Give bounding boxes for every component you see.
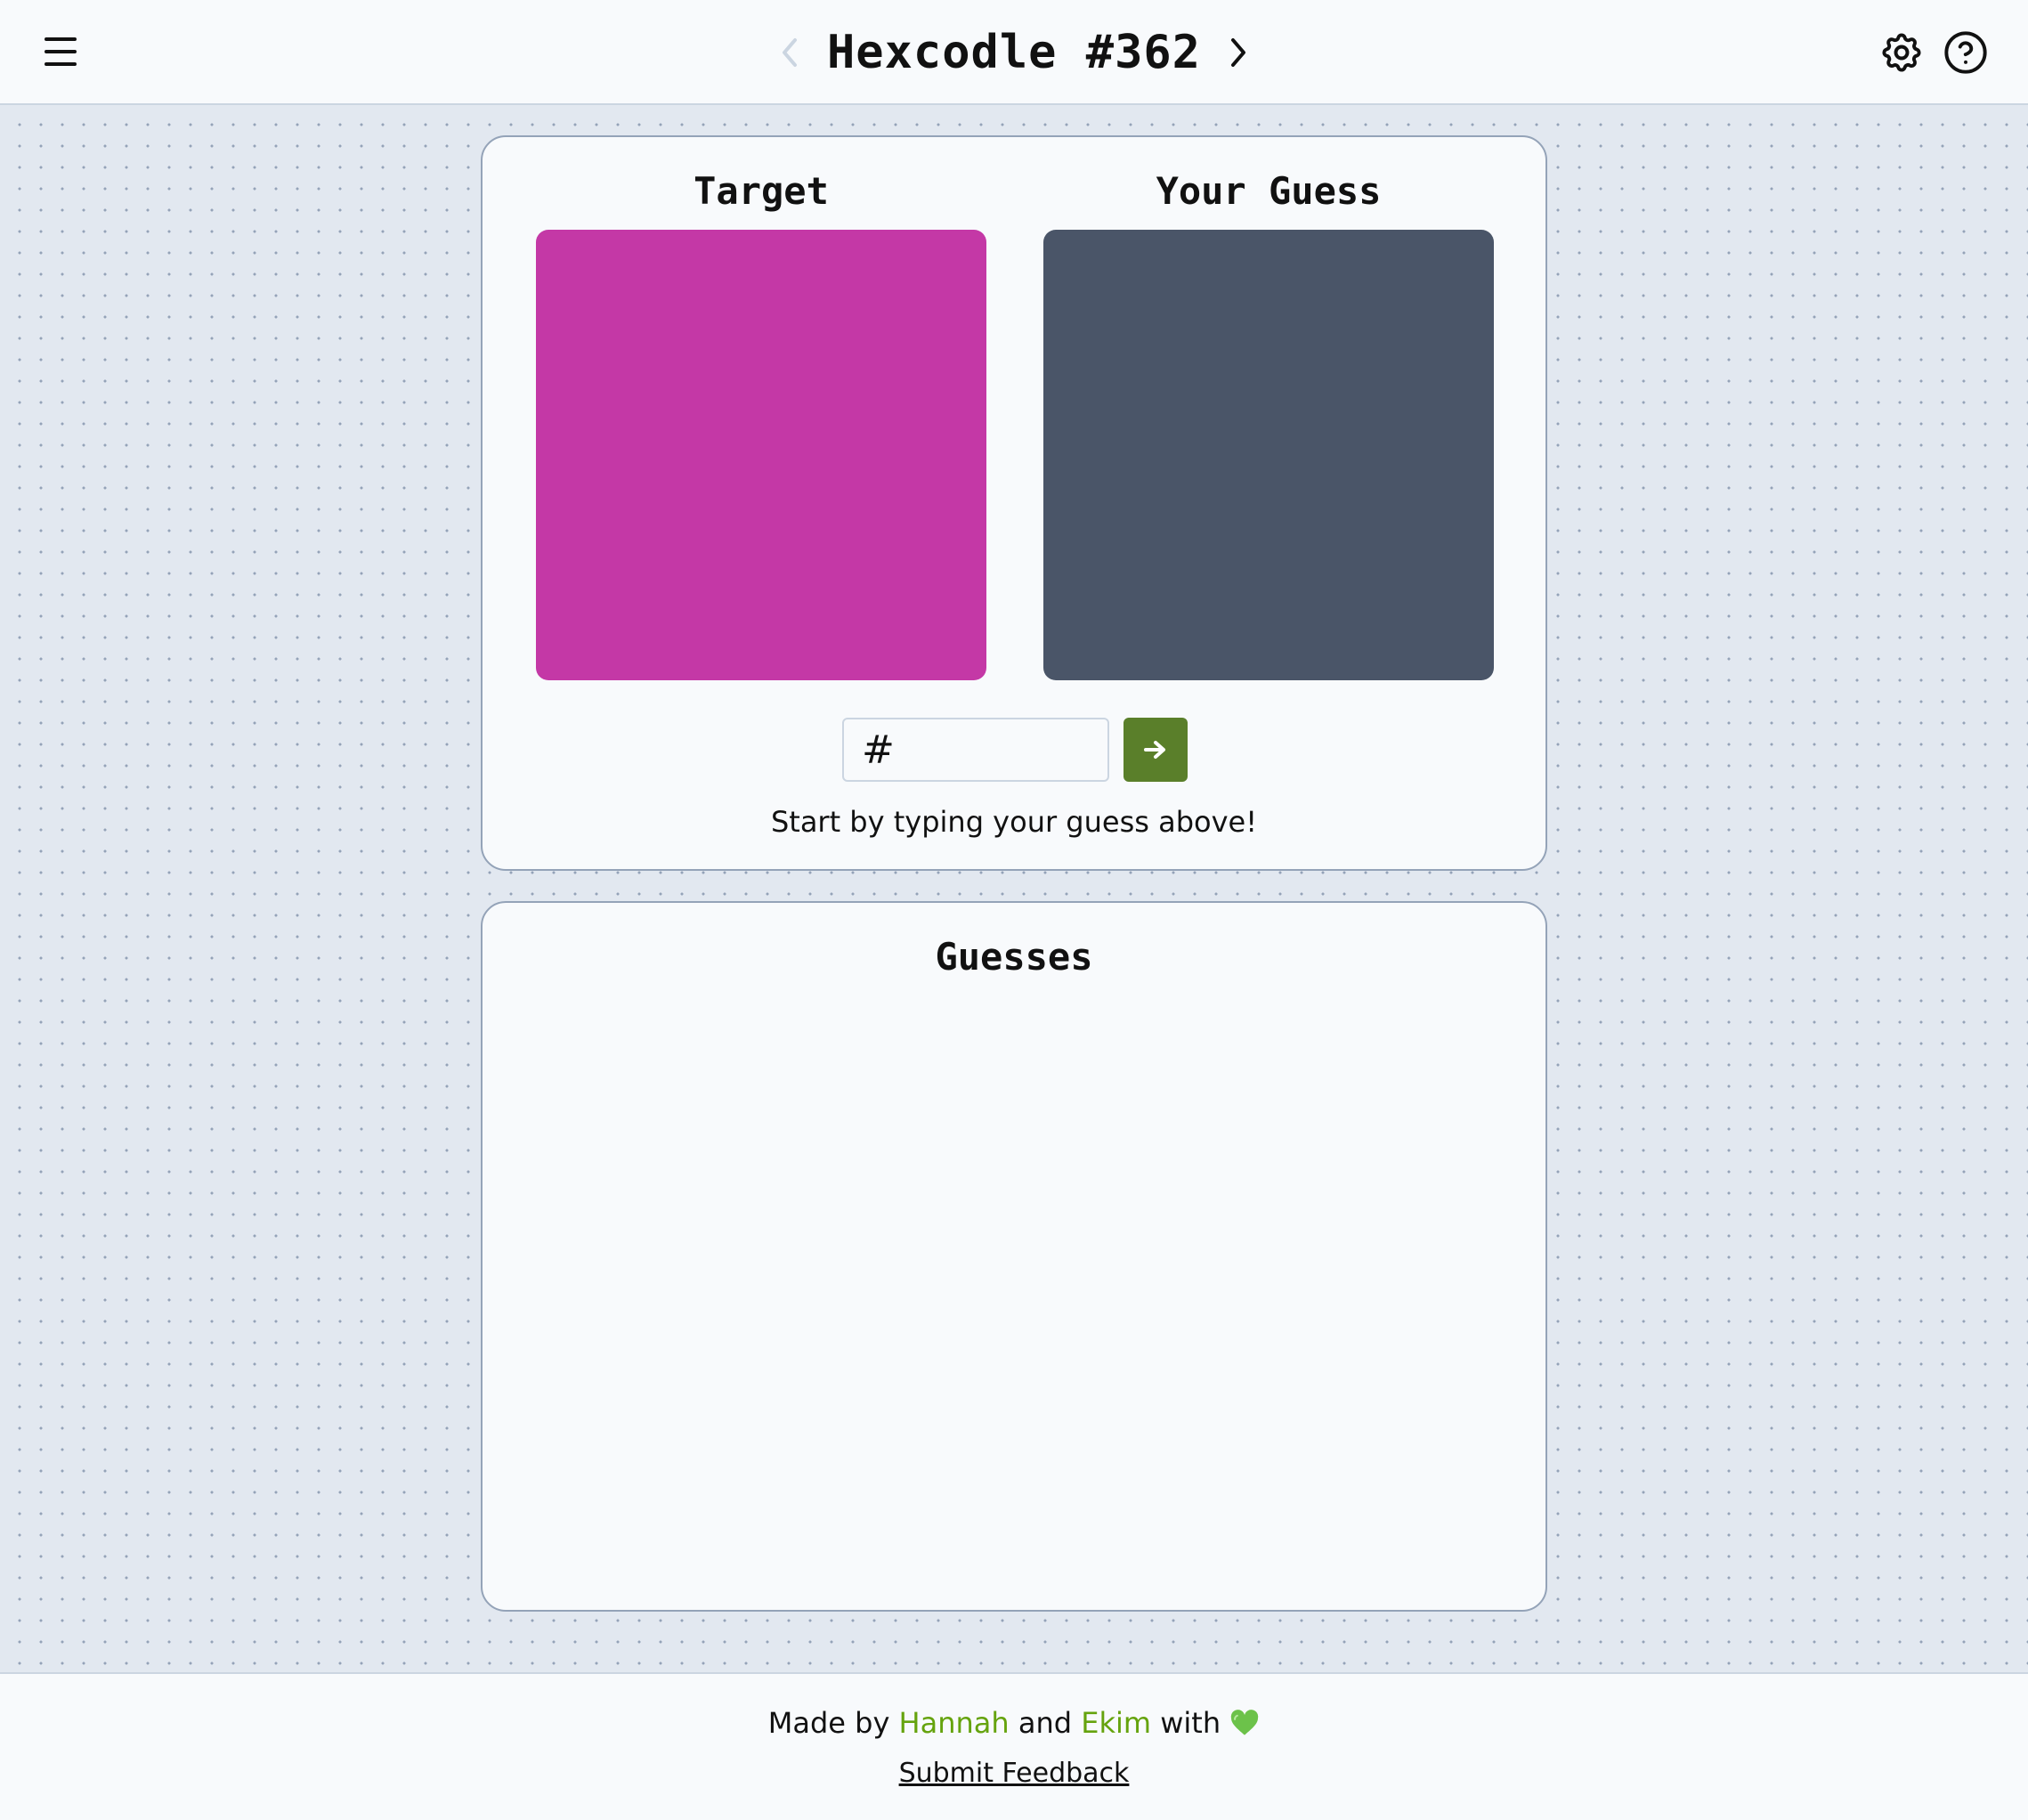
guesses-card: Guesses: [481, 901, 1547, 1612]
submit-guess-button[interactable]: [1124, 718, 1188, 782]
author-link-ekim[interactable]: Ekim: [1081, 1706, 1151, 1740]
hex-guess-input[interactable]: [842, 718, 1109, 782]
hint-text: Start by typing your guess above!: [770, 805, 1258, 839]
guess-color-swatch: [1043, 230, 1494, 680]
title-bar: Hexcodle #362: [0, 0, 2028, 105]
author-link-hannah[interactable]: Hannah: [899, 1706, 1010, 1740]
previous-puzzle-button[interactable]: [772, 26, 807, 79]
color-compare-card: Target Your Guess Start by typing your g…: [481, 135, 1547, 871]
footer: Made by Hannah and Ekim with Submit Feed…: [0, 1674, 2028, 1820]
credits-line: Made by Hannah and Ekim with: [0, 1706, 2028, 1740]
guesses-title: Guesses: [935, 935, 1093, 979]
top-bar: Hexcodle #362: [0, 0, 2028, 105]
help-circle-icon: [1944, 31, 1987, 74]
settings-button[interactable]: [1878, 29, 1925, 76]
target-label: Target: [694, 169, 829, 213]
green-heart-icon: [1231, 1710, 1259, 1735]
made-by-text: Made by: [767, 1706, 890, 1740]
next-puzzle-button[interactable]: [1221, 26, 1256, 79]
arrow-right-icon: [1144, 741, 1165, 759]
your-guess-label: Your Guess: [1156, 169, 1382, 213]
gear-icon: [1882, 33, 1921, 72]
submit-feedback-link[interactable]: Submit Feedback: [899, 1758, 1130, 1789]
game-area: Target Your Guess Start by typing your g…: [0, 105, 2028, 1674]
chevron-right-icon: [1231, 38, 1245, 67]
target-color-swatch: [536, 230, 986, 680]
help-button[interactable]: [1943, 29, 1989, 76]
chevron-left-icon: [783, 38, 797, 67]
page-title: Hexcodle #362: [827, 26, 1201, 79]
feedback-row: Submit Feedback: [0, 1758, 2028, 1789]
and-text: and: [1018, 1706, 1073, 1740]
with-text: with: [1160, 1706, 1221, 1740]
